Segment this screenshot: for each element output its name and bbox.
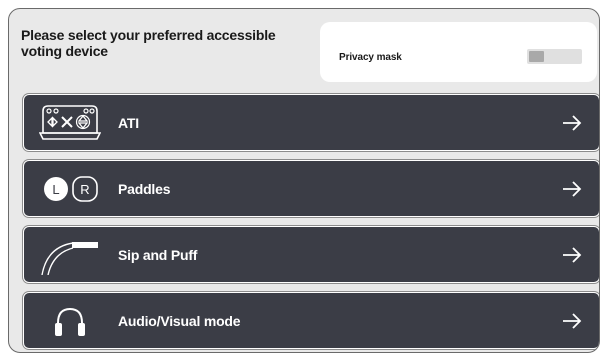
device-label-audio-visual: Audio/Visual mode (118, 313, 241, 329)
paddles-icon: L R (39, 169, 101, 209)
device-button-ati[interactable]: ATI (23, 94, 599, 151)
privacy-mask-toggle[interactable] (527, 49, 582, 64)
sip-puff-icon (39, 235, 101, 275)
device-label-sip-and-puff: Sip and Puff (118, 247, 198, 263)
device-button-sip-and-puff[interactable]: Sip and Puff (23, 226, 599, 283)
device-label-ati: ATI (118, 115, 139, 131)
headphones-icon (39, 301, 101, 341)
ati-controller-icon (39, 103, 101, 143)
arrow-right-icon (563, 247, 582, 263)
device-button-paddles[interactable]: L R Paddles (23, 160, 599, 217)
privacy-mask-card: Privacy mask (320, 22, 597, 82)
device-selection-panel: Please select your preferred accessible … (8, 8, 600, 353)
privacy-mask-toggle-knob (529, 51, 544, 62)
arrow-right-icon (563, 313, 582, 329)
svg-text:R: R (80, 182, 89, 197)
page-title: Please select your preferred accessible … (21, 27, 276, 59)
arrow-right-icon (563, 115, 582, 131)
svg-text:L: L (52, 182, 59, 197)
arrow-right-icon (563, 181, 582, 197)
device-button-audio-visual[interactable]: Audio/Visual mode (23, 292, 599, 349)
device-label-paddles: Paddles (118, 181, 171, 197)
privacy-mask-label: Privacy mask (339, 52, 402, 63)
